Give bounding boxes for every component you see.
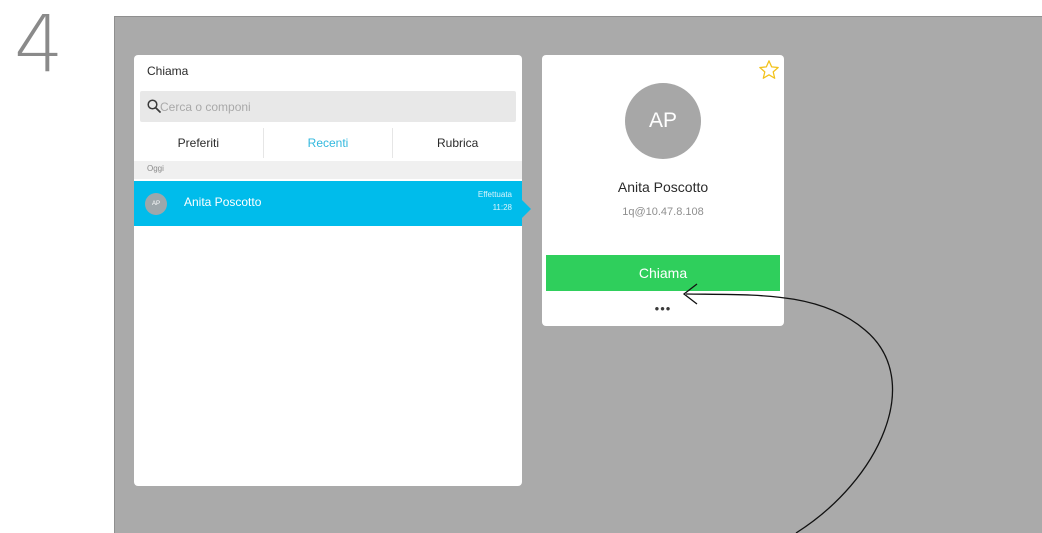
search-box[interactable] <box>140 91 516 122</box>
tab-rubrica[interactable]: Rubrica <box>393 128 522 158</box>
call-status: Effettuata <box>477 190 512 199</box>
contact-avatar: AP <box>625 83 701 159</box>
call-time: 11:28 <box>492 203 512 212</box>
step-number: 4 <box>14 0 64 90</box>
more-options-button[interactable]: ••• <box>650 301 676 317</box>
contact-name: Anita Poscotto <box>184 195 262 209</box>
card-contact-address: 1q@10.47.8.108 <box>622 206 704 218</box>
call-panel: Chiama Preferiti Recenti Rubrica Oggi AP… <box>134 55 522 486</box>
call-button[interactable]: Chiama <box>546 255 780 291</box>
section-header-label: Oggi <box>147 164 164 173</box>
star-outline-icon[interactable] <box>758 59 780 81</box>
tab-preferiti[interactable]: Preferiti <box>134 128 264 158</box>
device-screen: Chiama Preferiti Recenti Rubrica Oggi AP… <box>114 16 1042 533</box>
search-icon <box>147 99 161 113</box>
panel-title: Chiama <box>147 64 189 78</box>
avatar: AP <box>145 193 167 215</box>
card-contact-name: Anita Poscotto <box>617 179 709 195</box>
contact-card: AP Anita Poscotto 1q@10.47.8.108 Chiama … <box>542 55 784 326</box>
selection-pointer <box>521 199 531 219</box>
section-header: Oggi <box>134 161 522 179</box>
recent-call-row[interactable]: AP Anita Poscotto Effettuata 11:28 <box>134 181 522 226</box>
tab-recenti[interactable]: Recenti <box>264 128 394 158</box>
search-input[interactable] <box>160 91 500 122</box>
tab-bar: Preferiti Recenti Rubrica <box>134 128 522 158</box>
